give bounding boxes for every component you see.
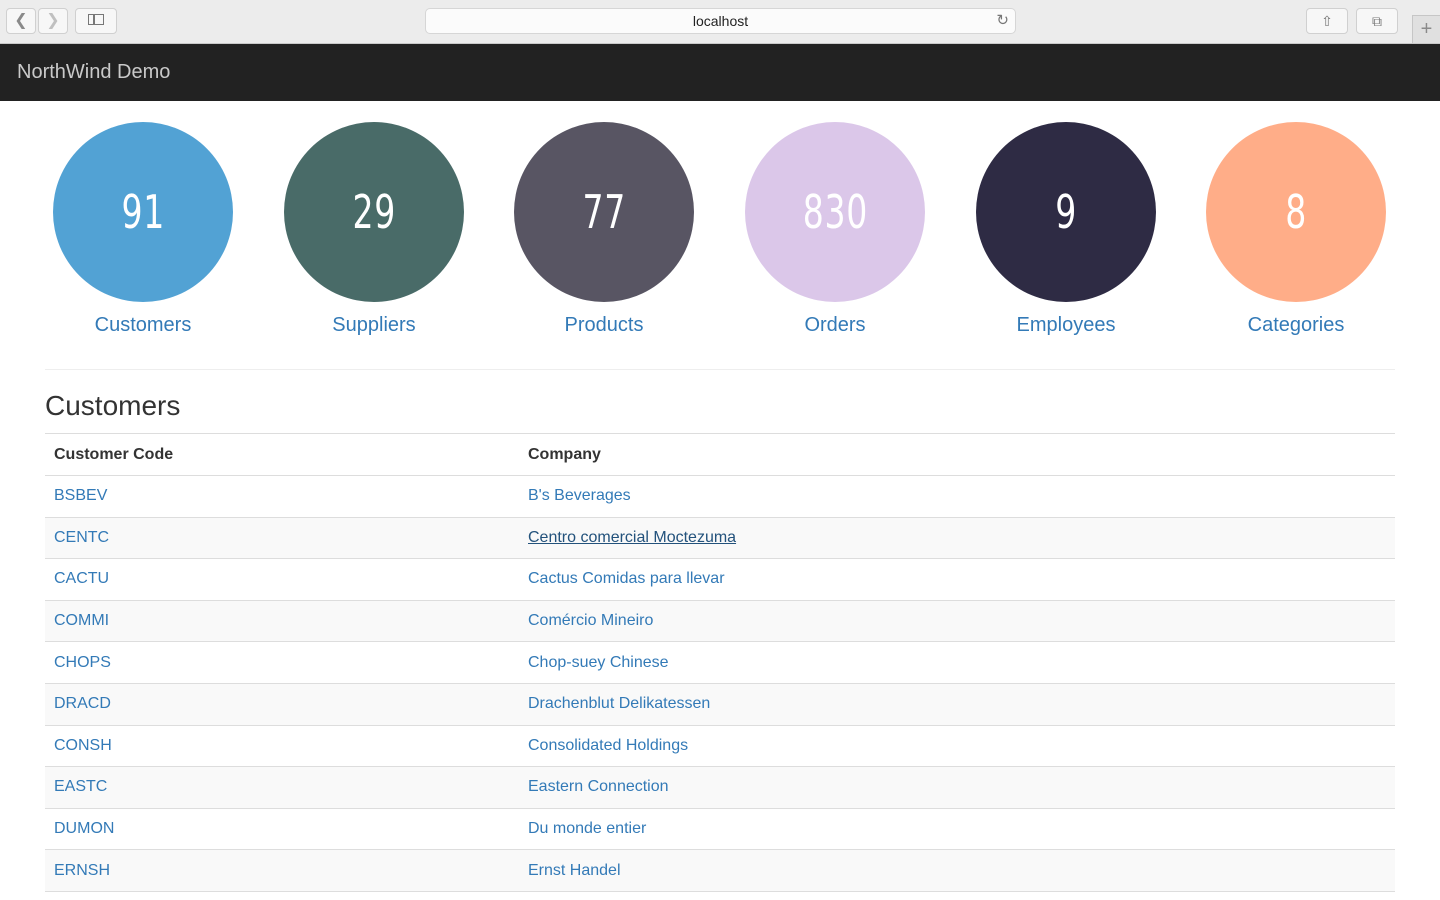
table-cell: CHOPS — [45, 641, 519, 684]
customer-code-link[interactable]: COMMI — [54, 612, 109, 629]
customer-code-link[interactable]: CHOPS — [54, 654, 111, 671]
company-link[interactable]: Comércio Mineiro — [528, 612, 653, 629]
company-link[interactable]: Drachenblut Delikatessen — [528, 695, 710, 712]
stat-categories: 8 Categories — [1196, 122, 1396, 337]
stat-circle[interactable]: 91 — [53, 122, 233, 302]
company-link[interactable]: Cactus Comidas para llevar — [528, 570, 725, 587]
table-cell: COMMI — [45, 600, 519, 643]
table-cell: B's Beverages — [519, 475, 1395, 518]
table-cell: Drachenblut Delikatessen — [519, 683, 1395, 726]
company-link[interactable]: Eastern Connection — [528, 778, 669, 795]
back-button[interactable]: ❮ — [6, 8, 36, 34]
company-link[interactable]: Consolidated Holdings — [528, 737, 688, 754]
table-cell: Chop-suey Chinese — [519, 641, 1395, 684]
stats-row: 91 Customers 29 Suppliers 77 Products 83… — [0, 101, 1440, 369]
url-text: localhost — [692, 13, 749, 29]
stat-link-suppliers[interactable]: Suppliers — [274, 314, 474, 337]
stat-link-categories[interactable]: Categories — [1196, 314, 1396, 337]
share-button[interactable]: ⇧ — [1306, 8, 1348, 34]
company-link[interactable]: Chop-suey Chinese — [528, 654, 669, 671]
table-cell: DRACD — [45, 683, 519, 726]
stat-employees: 9 Employees — [966, 122, 1166, 337]
company-link[interactable]: Du monde entier — [528, 820, 646, 837]
share-icon: ⇧ — [1321, 13, 1333, 29]
stat-suppliers: 29 Suppliers — [274, 122, 474, 337]
stat-circle[interactable]: 77 — [514, 122, 694, 302]
customer-code-link[interactable]: CONSH — [54, 737, 112, 754]
table-cell: CENTC — [45, 517, 519, 560]
table-cell: CACTU — [45, 558, 519, 601]
stat-count: 29 — [352, 185, 396, 239]
stat-link-orders[interactable]: Orders — [735, 314, 935, 337]
table-cell: Comércio Mineiro — [519, 600, 1395, 643]
customer-code-link[interactable]: ERNSH — [54, 862, 110, 879]
customer-code-link[interactable]: EASTC — [54, 778, 107, 795]
stat-link-products[interactable]: Products — [504, 314, 704, 337]
table-cell: Ernst Handel — [519, 849, 1395, 892]
table-cell: Eastern Connection — [519, 766, 1395, 809]
reload-icon[interactable]: ↻ — [996, 9, 1009, 33]
customers-table: Customer Code Company BSBEV B's Beverage… — [45, 433, 1395, 892]
table-row: EASTC Eastern Connection — [45, 766, 1395, 809]
customer-code-link[interactable]: DRACD — [54, 695, 111, 712]
stat-count: 8 — [1285, 185, 1307, 239]
sidebar-icon — [88, 13, 104, 25]
stat-circle[interactable]: 830 — [745, 122, 925, 302]
customer-code-link[interactable]: CENTC — [54, 529, 109, 546]
stat-link-customers[interactable]: Customers — [43, 314, 243, 337]
customer-code-link[interactable]: BSBEV — [54, 487, 107, 504]
table-cell: BSBEV — [45, 475, 519, 518]
stat-circle[interactable]: 8 — [1206, 122, 1386, 302]
table-cell: Cactus Comidas para llevar — [519, 558, 1395, 601]
table-row: CHOPS Chop-suey Chinese — [45, 641, 1395, 684]
table-cell: Consolidated Holdings — [519, 725, 1395, 768]
stat-circle[interactable]: 9 — [976, 122, 1156, 302]
stat-count: 91 — [121, 185, 165, 239]
stat-count: 77 — [582, 185, 626, 239]
table-row: CONSH Consolidated Holdings — [45, 725, 1395, 768]
table-row: ERNSH Ernst Handel — [45, 849, 1395, 892]
customer-code-link[interactable]: DUMON — [54, 820, 114, 837]
column-header-customer-code: Customer Code — [45, 433, 519, 476]
table-cell: CONSH — [45, 725, 519, 768]
table-row: CENTC Centro comercial Moctezuma — [45, 517, 1395, 560]
table-cell: EASTC — [45, 766, 519, 809]
table-cell: Centro comercial Moctezuma — [519, 517, 1395, 560]
plus-icon: + — [1420, 18, 1433, 40]
top-navbar: NorthWind Demo — [0, 44, 1440, 101]
section-divider — [45, 369, 1395, 370]
customer-code-link[interactable]: CACTU — [54, 570, 109, 587]
new-tab-button[interactable]: + — [1412, 15, 1440, 43]
stat-products: 77 Products — [504, 122, 704, 337]
table-header-row: Customer Code Company — [45, 433, 1395, 476]
table-cell: DUMON — [45, 808, 519, 851]
chevron-right-icon: ❯ — [46, 12, 60, 29]
table-row: DUMON Du monde entier — [45, 808, 1395, 851]
table-row: COMMI Comércio Mineiro — [45, 600, 1395, 643]
stat-link-employees[interactable]: Employees — [966, 314, 1166, 337]
brand-link[interactable]: NorthWind Demo — [17, 44, 170, 101]
company-link[interactable]: Centro comercial Moctezuma — [528, 529, 736, 546]
tabs-icon: ⧉ — [1372, 13, 1382, 29]
table-row: DRACD Drachenblut Delikatessen — [45, 683, 1395, 726]
stat-orders: 830 Orders — [735, 122, 935, 337]
company-link[interactable]: Ernst Handel — [528, 862, 621, 879]
stat-customers: 91 Customers — [43, 122, 243, 337]
page-title: Customers — [45, 390, 181, 421]
column-header-company: Company — [519, 433, 1395, 476]
stat-count: 9 — [1055, 185, 1077, 239]
show-tabs-button[interactable]: ⧉ — [1356, 8, 1398, 34]
sidebar-toggle-button[interactable] — [75, 8, 117, 34]
table-row: BSBEV B's Beverages — [45, 475, 1395, 518]
address-bar[interactable]: localhost ↻ — [425, 8, 1016, 34]
browser-toolbar: ❮ ❯ localhost ↻ ⇧ ⧉ + — [0, 0, 1440, 44]
table-cell: ERNSH — [45, 849, 519, 892]
stat-circle[interactable]: 29 — [284, 122, 464, 302]
table-row: CACTU Cactus Comidas para llevar — [45, 558, 1395, 601]
forward-button[interactable]: ❯ — [38, 8, 68, 34]
chevron-left-icon: ❮ — [14, 12, 28, 29]
table-cell: Du monde entier — [519, 808, 1395, 851]
company-link[interactable]: B's Beverages — [528, 487, 631, 504]
stat-count: 830 — [802, 185, 868, 239]
